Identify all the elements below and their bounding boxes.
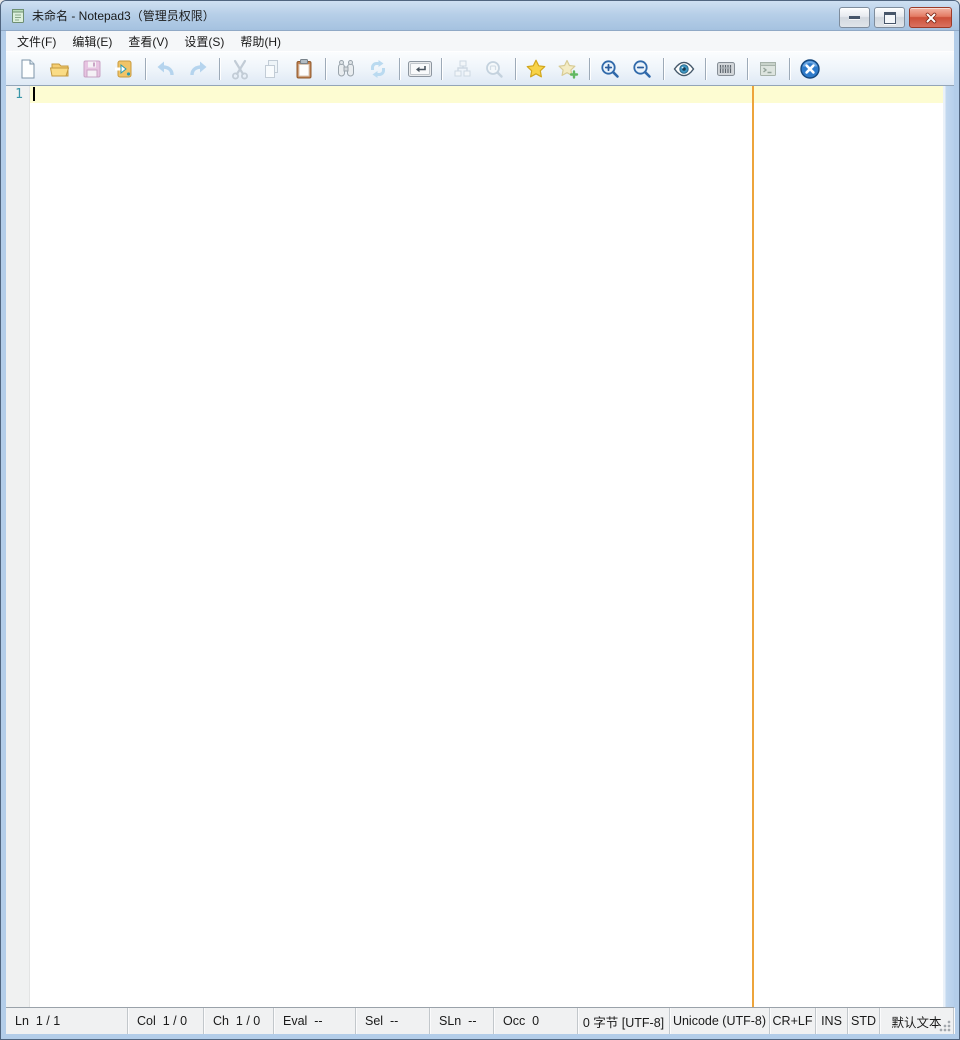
zoom-selection-icon — [486, 60, 503, 78]
toolbar-separator — [219, 57, 220, 80]
line-number: 1 — [15, 87, 23, 102]
cut-icon — [232, 59, 248, 79]
line-number-margin[interactable]: 1 — [6, 86, 30, 1007]
zoom-in-icon — [601, 59, 619, 78]
toolbar-separator — [515, 57, 516, 80]
copy-button[interactable] — [258, 55, 286, 83]
status-occurrences[interactable]: Occ 0 — [494, 1008, 578, 1034]
view-toggle-button[interactable] — [670, 55, 698, 83]
zoom-selection-button[interactable] — [480, 55, 508, 83]
new-file-button[interactable] — [14, 55, 42, 83]
redo-icon — [190, 61, 207, 75]
cut-button[interactable] — [226, 55, 254, 83]
status-encoding[interactable]: Unicode (UTF-8) — [670, 1008, 770, 1034]
redo-button[interactable] — [184, 55, 212, 83]
replace-button[interactable] — [364, 55, 392, 83]
current-line-highlight — [30, 86, 943, 103]
scheme-settings-button[interactable] — [712, 55, 740, 83]
menu-edit[interactable]: 编辑(E) — [64, 31, 120, 52]
exit-button[interactable] — [796, 55, 824, 83]
menu-view[interactable]: 查看(V) — [120, 31, 176, 52]
menu-help[interactable]: 帮助(H) — [232, 31, 289, 52]
console-button[interactable] — [754, 55, 782, 83]
undo-icon — [157, 61, 174, 75]
maximize-icon — [883, 11, 896, 24]
toolbar-separator — [325, 57, 326, 80]
close-icon — [925, 12, 936, 23]
open-file-button[interactable] — [46, 55, 74, 83]
undo-button[interactable] — [152, 55, 180, 83]
favorites-button[interactable] — [522, 55, 550, 83]
console-icon — [760, 61, 776, 76]
browse-files-icon — [115, 60, 132, 77]
zoom-out-icon — [633, 59, 651, 78]
text-caret — [33, 87, 35, 101]
status-file-size[interactable]: 0 字节 [UTF-8] — [578, 1008, 670, 1034]
save-button[interactable] — [78, 55, 106, 83]
status-character[interactable]: Ch 1 / 0 — [204, 1008, 274, 1034]
maximize-button[interactable] — [874, 7, 905, 28]
zoom-out-button[interactable] — [628, 55, 656, 83]
close-button[interactable] — [909, 7, 952, 28]
browse-files-button[interactable] — [110, 55, 138, 83]
word-wrap-button[interactable] — [406, 55, 434, 83]
toolbar — [6, 51, 954, 86]
find-button[interactable] — [332, 55, 360, 83]
toolbar-separator — [399, 57, 400, 80]
menu-bar: 文件(F) 编辑(E) 查看(V) 设置(S) 帮助(H) — [6, 31, 954, 51]
scheme-settings-icon — [717, 61, 735, 76]
status-bar: Ln 1 / 1 Col 1 / 0 Ch 1 / 0 Eval -- Sel … — [6, 1007, 954, 1034]
toolbar-separator — [705, 57, 706, 80]
title-bar: 未命名 - Notepad3（管理员权限） — [1, 1, 959, 31]
notepad3-window: 未命名 - Notepad3（管理员权限） 文件(F) 编辑(E) 查看(V) … — [0, 0, 960, 1040]
status-std-mode[interactable]: STD — [848, 1008, 880, 1034]
exit-icon — [800, 58, 820, 79]
save-icon — [83, 60, 101, 77]
long-line-marker — [752, 86, 754, 1007]
toolbar-separator — [663, 57, 664, 80]
status-insert-mode[interactable]: INS — [816, 1008, 848, 1034]
window-controls — [839, 7, 952, 28]
menu-file[interactable]: 文件(F) — [9, 31, 64, 52]
toolbar-separator — [145, 57, 146, 80]
open-folder-icon — [49, 63, 70, 76]
toolbar-separator — [441, 57, 442, 80]
status-scheme-label: 默认文本 — [891, 1015, 942, 1030]
text-area[interactable] — [30, 86, 943, 1007]
editor-area: 1 — [6, 86, 954, 1007]
status-selection[interactable]: Sel -- — [356, 1008, 430, 1034]
paste-icon — [296, 58, 312, 78]
favorites-star-icon — [526, 59, 546, 77]
toolbar-separator — [747, 57, 748, 80]
folding-button[interactable] — [448, 55, 476, 83]
toolbar-separator — [589, 57, 590, 80]
vertical-scrollbar-track[interactable] — [943, 86, 954, 1007]
status-scheme[interactable]: 默认文本 — [880, 1008, 954, 1034]
zoom-in-button[interactable] — [596, 55, 624, 83]
status-column[interactable]: Col 1 / 0 — [128, 1008, 204, 1034]
paste-button[interactable] — [290, 55, 318, 83]
window-frame: 文件(F) 编辑(E) 查看(V) 设置(S) 帮助(H) 1 Ln 1 / 1… — [1, 31, 959, 1039]
add-favorite-button[interactable] — [554, 55, 582, 83]
status-eval[interactable]: Eval -- — [274, 1008, 356, 1034]
word-wrap-icon — [408, 60, 432, 77]
copy-icon — [265, 59, 278, 78]
folding-icon — [454, 60, 471, 76]
status-eol-mode[interactable]: CR+LF — [770, 1008, 816, 1034]
window-title: 未命名 - Notepad3（管理员权限） — [32, 9, 215, 23]
add-favorite-icon — [558, 59, 579, 79]
menu-settings[interactable]: 设置(S) — [176, 31, 232, 52]
notepad-icon[interactable] — [10, 8, 26, 24]
status-line[interactable]: Ln 1 / 1 — [6, 1008, 128, 1034]
toolbar-separator — [789, 57, 790, 80]
minimize-button[interactable] — [839, 7, 870, 28]
minimize-icon — [849, 16, 860, 19]
resize-grip[interactable] — [938, 1019, 951, 1032]
new-file-icon — [21, 59, 35, 78]
find-icon — [338, 59, 354, 76]
status-selected-lines[interactable]: SLn -- — [430, 1008, 494, 1034]
view-eye-icon — [673, 61, 695, 76]
replace-icon — [371, 59, 385, 78]
